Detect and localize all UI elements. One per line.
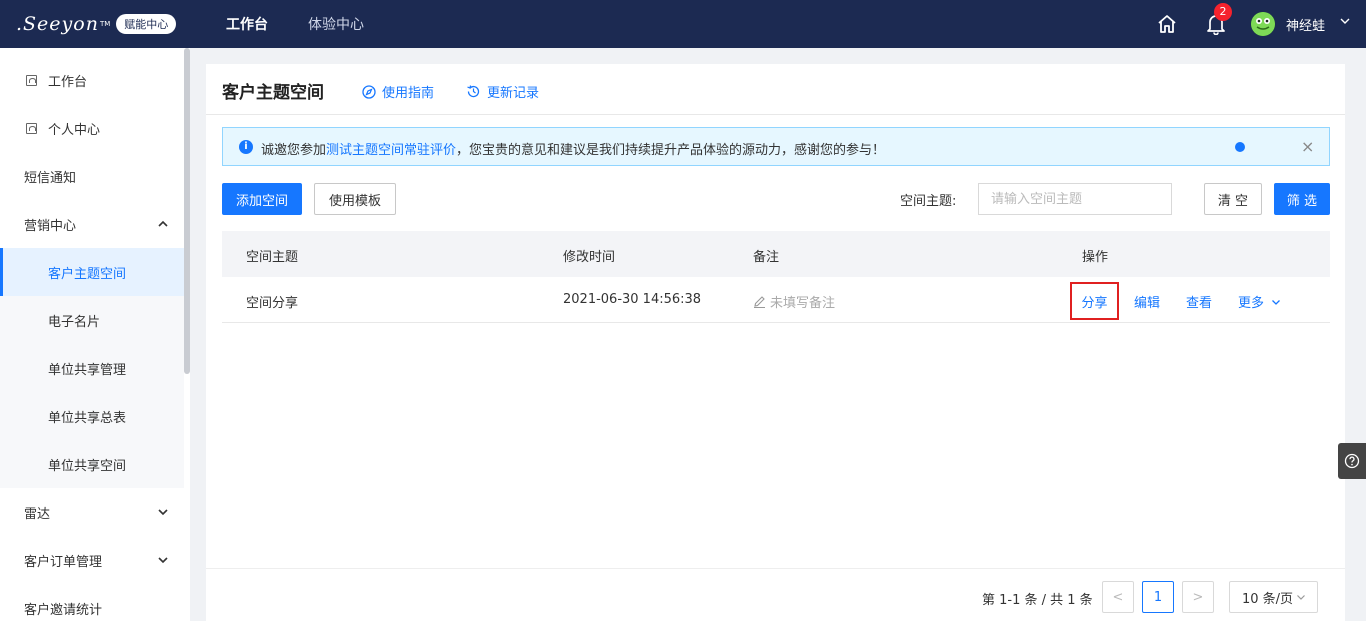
sidebar: 工作台 个人中心 短信通知 营销中心 客户主题空间 电子名片 单位共享管理 单位… [0,48,190,621]
question-icon [1344,453,1360,469]
home-icon[interactable] [1155,12,1179,36]
guide-link-label: 使用指南 [382,86,435,101]
more-label: 更多 [1238,296,1265,311]
sidebar-item-orders[interactable]: 客户订单管理 [0,536,184,584]
pencil-icon [754,296,765,308]
sidebar-item-label: 单位共享空间 [48,458,127,474]
sidebar-item-personal-center[interactable]: 个人中心 [0,104,184,152]
use-template-button[interactable]: 使用模板 [314,183,396,215]
cell-remark: 未填写备注 [770,296,836,311]
avatar[interactable] [1251,12,1275,36]
sidebar-item-unit-share-space[interactable]: 单位共享空间 [0,440,184,488]
sidebar-item-label: 电子名片 [48,314,101,330]
portrait-icon [26,123,37,134]
notice-prefix: 诚邀您参加 [261,143,327,158]
notice-suffix: ，您宝贵的意见和建议是我们持续提升产品体验的源动力，感谢您的参与！ [456,143,886,158]
chevron-down-icon[interactable] [1339,15,1351,31]
main-card: 客户主题空间 使用指南 更新记录 i 诚邀您参加测试主题空间常驻评价，您宝贵的意… [206,64,1345,568]
table-row: 空间分享 2021-06-30 14:56:38 未填写备注 分享 编辑 查看 … [222,277,1330,323]
portrait-icon [26,75,37,86]
sidebar-item-unit-share-table[interactable]: 单位共享总表 [0,392,184,440]
next-page-button[interactable]: > [1182,581,1214,613]
sidebar-item-label: 客户订单管理 [24,554,103,570]
edit-remark[interactable]: 未填写备注 [753,292,835,311]
sidebar-item-label: 工作台 [48,74,88,90]
username[interactable]: 神经蛙 [1286,15,1325,34]
guide-link[interactable]: 使用指南 [362,82,434,101]
notice-banner: i 诚邀您参加测试主题空间常驻评价，您宝贵的意见和建议是我们持续提升产品体验的源… [222,127,1330,166]
cell-topic: 空间分享 [246,296,299,311]
chevron-up-icon [157,218,169,234]
top-nav: 工作台 体验中心 [206,0,404,48]
history-icon [467,85,480,98]
sidebar-item-business-card[interactable]: 电子名片 [0,296,184,344]
chevron-down-icon [1272,299,1280,305]
sidebar-item-unit-share-manage[interactable]: 单位共享管理 [0,344,184,392]
sidebar-item-label: 单位共享管理 [48,362,127,378]
compass-icon [362,84,376,99]
cell-modified: 2021-06-30 14:56:38 [563,292,702,307]
view-button[interactable]: 查看 [1186,292,1212,311]
info-icon: i [239,140,253,154]
sidebar-item-customer-space[interactable]: 客户主题空间 [0,248,184,296]
close-icon[interactable]: × [1301,137,1314,156]
chevron-down-icon [1297,595,1305,600]
sidebar-item-label: 个人中心 [48,122,101,138]
logo[interactable]: .Seeyon TM 赋能中心 [16,13,206,35]
sidebar-item-sms[interactable]: 短信通知 [0,152,184,200]
chevron-down-icon [157,554,169,570]
notice-survey-link[interactable]: 测试主题空间常驻评价 [326,143,456,158]
sidebar-item-workbench[interactable]: 工作台 [0,56,184,104]
help-button[interactable] [1338,443,1366,479]
logo-trademark: TM [99,20,111,28]
filter-button[interactable]: 筛 选 [1274,183,1330,215]
edit-button[interactable]: 编辑 [1134,292,1160,311]
sidebar-item-label: 雷达 [24,506,51,522]
bell-icon[interactable]: 2 [1204,3,1232,36]
logo-badge: 赋能中心 [116,14,177,34]
sidebar-item-label: 客户主题空间 [48,266,127,282]
sidebar-item-label: 单位共享总表 [48,410,127,426]
sidebar-item-marketing-center[interactable]: 营销中心 [0,200,184,248]
notification-badge: 2 [1214,3,1232,21]
filter-label: 空间主题: [900,194,957,209]
page-1-button[interactable]: 1 [1142,581,1174,613]
prev-page-button[interactable]: < [1102,581,1134,613]
pagination-bar: 第 1-1 条 / 共 1 条 < 1 > 10 条/页 [206,568,1345,621]
changelog-link-label: 更新记录 [487,86,540,101]
sidebar-item-label: 客户邀请统计 [24,602,103,618]
pagination-info: 第 1-1 条 / 共 1 条 [982,593,1093,608]
sidebar-item-label: 短信通知 [24,170,77,186]
top-nav-experience-center[interactable]: 体验中心 [308,14,364,34]
notice-text: 诚邀您参加测试主题空间常驻评价，您宝贵的意见和建议是我们持续提升产品体验的源动力… [261,139,885,158]
sidebar-item-radar[interactable]: 雷达 [0,488,184,536]
column-header-remark: 备注 [753,250,780,265]
add-space-button[interactable]: 添加空间 [222,183,302,215]
space-topic-input[interactable] [978,183,1172,215]
sidebar-scrollbar[interactable] [184,48,190,374]
changelog-link[interactable]: 更新记录 [466,82,539,101]
column-header-topic: 空间主题 [246,250,299,265]
page-size-select[interactable]: 10 条/页 [1229,581,1318,613]
status-dot [1235,142,1245,152]
page-title: 客户主题空间 [222,83,324,103]
page-size-value: 10 条/页 [1242,591,1294,607]
share-button[interactable]: 分享 [1070,282,1119,320]
column-header-modified: 修改时间 [563,250,616,265]
logo-text: .Seeyon [16,13,99,35]
sidebar-item-invite-stats[interactable]: 客户邀请统计 [0,584,184,621]
table-header: 空间主题 修改时间 备注 操作 [222,231,1330,277]
clear-button[interactable]: 清 空 [1204,183,1262,215]
divider [206,114,1345,115]
chevron-down-icon [157,506,169,522]
column-header-actions: 操作 [1082,250,1109,265]
more-button[interactable]: 更多 [1238,292,1282,311]
sidebar-item-label: 营销中心 [24,218,77,234]
top-nav-workbench[interactable]: 工作台 [226,14,268,34]
